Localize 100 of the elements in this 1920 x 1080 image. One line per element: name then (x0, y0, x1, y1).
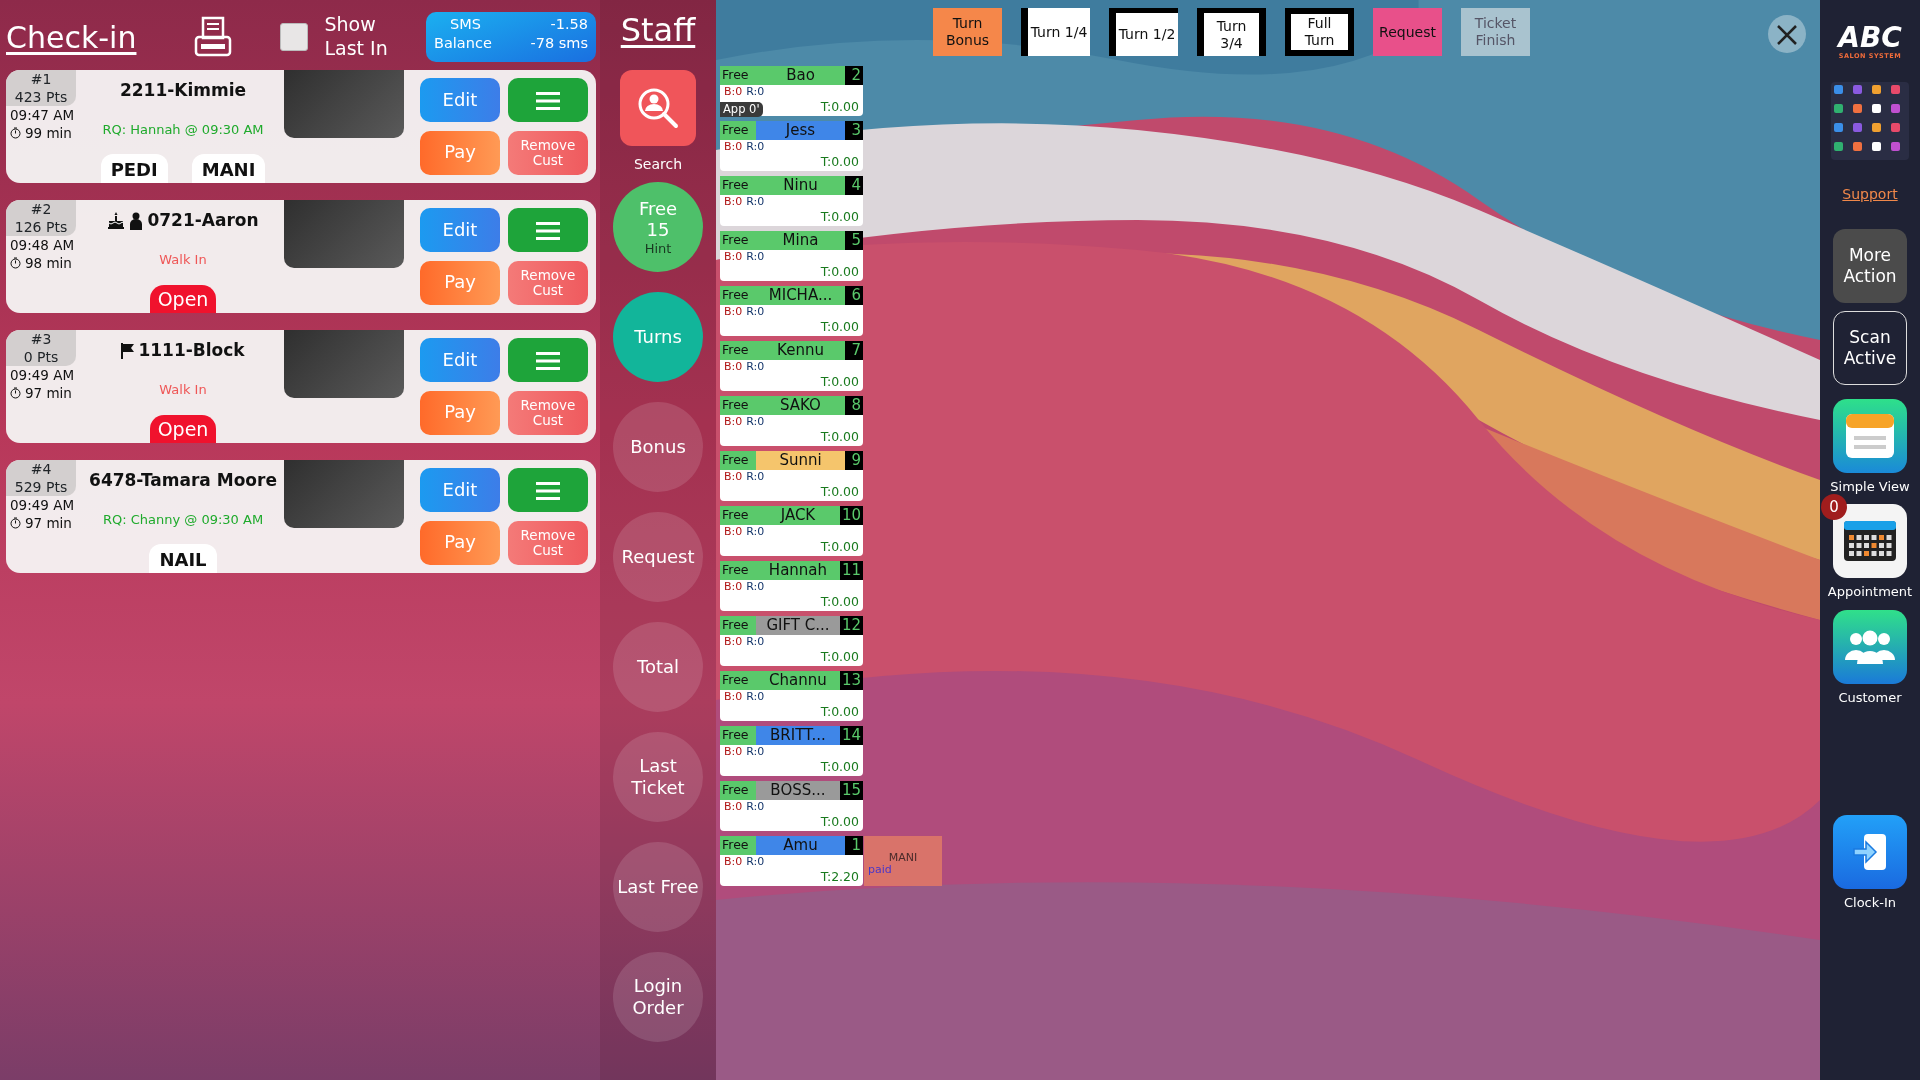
staff-action-button[interactable]: Request (613, 512, 703, 602)
staff-card[interactable]: Free MICHA... 6 B:0 R:0 T:0.00 (720, 286, 863, 336)
sms-amount: -1.58 (550, 15, 588, 34)
ticket-number: #4 (29, 461, 53, 479)
staff-action-button[interactable]: Login Order (613, 952, 703, 1042)
staff-card[interactable]: Free Mina 5 B:0 R:0 T:0.00 (720, 231, 863, 281)
app-grid-icon (1831, 81, 1909, 160)
request-count: R:0 (746, 525, 765, 538)
timer-icon (10, 387, 21, 400)
staff-card[interactable]: Free Channu 13 B:0 R:0 T:0.00 (720, 671, 863, 721)
wait-text: 97 min (25, 384, 72, 403)
staff-action-button[interactable]: Total (613, 622, 703, 712)
sidebar-button[interactable]: More Action (1833, 228, 1907, 303)
staff-number: 5 (845, 231, 863, 250)
time-text: 09:49 AM (9, 496, 76, 515)
staff-card[interactable]: Free SAKO 8 B:0 R:0 T:0.00 (720, 396, 863, 446)
wait-text: 99 min (25, 124, 72, 143)
staff-number: 12 (839, 616, 863, 635)
bonus-count: B:0 (724, 745, 743, 758)
support-link[interactable]: Support (1842, 183, 1898, 205)
staff-card[interactable]: Free JACK 10 B:0 R:0 T:0.00 (720, 506, 863, 556)
staff-card[interactable]: Free Amu 1 B:0 R:0 T:2.20 (720, 836, 863, 886)
printer-icon (194, 15, 233, 59)
checkin-card[interactable]: #3 0 Pts 09:49 AM 97 min 1111-Block Walk In Open Edit Pay Remove Cust (6, 330, 596, 443)
enter-icon (1852, 832, 1888, 873)
turn-button[interactable]: Full Turn (1285, 8, 1354, 56)
clock-in-app-icon[interactable] (1833, 815, 1907, 890)
staff-action-button[interactable]: Bonus (613, 402, 703, 492)
turn-button[interactable]: Request (1373, 8, 1442, 56)
turn-button[interactable]: Turn 1/2 (1109, 8, 1178, 56)
simple-view-app-icon[interactable] (1833, 398, 1907, 473)
staff-number: 7 (845, 341, 863, 360)
staff-card[interactable]: Free Kennu 7 B:0 R:0 T:0.00 (720, 341, 863, 391)
ticket-number: #3 (29, 331, 53, 349)
staff-card[interactable]: Free Bao 2 B:0 R:0 App 0' T:0.00 (720, 66, 863, 116)
staff-card[interactable]: Free Jess 3 B:0 R:0 T:0.00 (720, 121, 863, 171)
staff-title[interactable]: Staff (620, 6, 696, 54)
staff-number: 4 (845, 176, 863, 195)
sms-count: -78 sms (530, 33, 588, 53)
turn-button[interactable]: Turn 1/4 (1021, 8, 1090, 56)
menu-button[interactable] (508, 468, 588, 512)
customer-app-icon[interactable] (1833, 609, 1907, 684)
staff-name: Kennu (756, 341, 845, 360)
calendar-icon (1844, 521, 1896, 562)
staff-name: BRITT... (756, 726, 840, 745)
sidebar-button[interactable]: Scan Active (1833, 310, 1907, 385)
status-text: Free (720, 726, 756, 745)
note-text: RQ: Channy @ 09:30 AM (102, 510, 264, 529)
menu-button[interactable] (508, 338, 588, 382)
staff-card[interactable]: Free Hannah 11 B:0 R:0 T:0.00 (720, 561, 863, 611)
free-label: Free (638, 197, 678, 220)
service-tag: MANI (191, 154, 266, 183)
request-count: R:0 (746, 250, 765, 263)
staff-name: Mina (756, 231, 845, 250)
app-label: Appointment (1827, 583, 1913, 602)
turn-button[interactable]: Turn 3/4 (1197, 8, 1266, 56)
request-count: R:0 (746, 415, 765, 428)
staff-card[interactable]: Free Sunni 9 B:0 R:0 T:0.00 (720, 451, 863, 501)
checkbox[interactable] (280, 23, 309, 51)
checkin-card[interactable]: #4 529 Pts 09:49 AM 97 min 6478-Tamara Moore RQ: Channy @ 09:30 AM NAIL Edit Pay Remove Cust (6, 460, 596, 573)
ticket-number: #2 (29, 201, 53, 219)
total-text: T:0.00 (820, 758, 860, 776)
turn-button[interactable]: Ticket Finish (1461, 8, 1530, 56)
request-count: R:0 (746, 195, 765, 208)
bonus-count: B:0 (724, 250, 743, 263)
search-button[interactable] (620, 70, 696, 146)
ticket-chip[interactable]: MANI paid (864, 836, 942, 886)
free-count: 15 (646, 219, 670, 241)
service-text: MANI (887, 852, 919, 865)
staff-number: 2 (845, 66, 863, 85)
total-text: T:0.00 (820, 593, 860, 611)
bonus-count: B:0 (724, 305, 743, 318)
staff-action-button[interactable]: Last Free (613, 842, 703, 932)
total-text: T:0.00 (820, 538, 860, 556)
points-text: 0 Pts (22, 348, 60, 366)
staff-card[interactable]: Free GIFT C... 12 B:0 R:0 T:0.00 (720, 616, 863, 666)
staff-name: Sunni (756, 451, 845, 470)
staff-card[interactable]: Free BRITT... 14 B:0 R:0 T:0.00 (720, 726, 863, 776)
staff-card[interactable]: Free BOSS... 15 B:0 R:0 T:0.00 (720, 781, 863, 831)
checkin-card[interactable]: #1 423 Pts 09:47 AM 99 min 2211-Kimmie RQ: Hannah @ 09:30 AM PEDI MANI Edit Pay Remove Cust (6, 70, 596, 183)
check-in-title[interactable]: Check-in (6, 14, 137, 60)
menu-button[interactable] (508, 208, 588, 252)
total-text: T:0.00 (820, 428, 860, 446)
status-text: Free (720, 506, 756, 525)
status-text: Free (720, 451, 756, 470)
staff-card[interactable]: Free Ninu 4 B:0 R:0 T:0.00 (720, 176, 863, 226)
turn-button[interactable]: Turn Bonus (933, 8, 1002, 56)
hint-label: Hint (644, 240, 672, 257)
checkin-card[interactable]: #2 126 Pts 09:48 AM 98 min 0721-Aaron Walk In Open Edit Pay Remove Cust (6, 200, 596, 313)
close-button[interactable] (1768, 15, 1806, 53)
total-text: T:0.00 (820, 813, 860, 831)
staff-name: Jess (756, 121, 845, 140)
staff-number: 15 (839, 781, 863, 800)
menu-button[interactable] (508, 78, 588, 122)
free-staff-button[interactable]: Free 15 Hint (613, 182, 703, 272)
menu-icon (536, 351, 560, 370)
staff-name: Amu (756, 836, 845, 855)
search-icon (636, 86, 680, 130)
points-text: 423 Pts (13, 88, 69, 106)
staff-action-button[interactable]: Last Ticket (613, 732, 703, 822)
